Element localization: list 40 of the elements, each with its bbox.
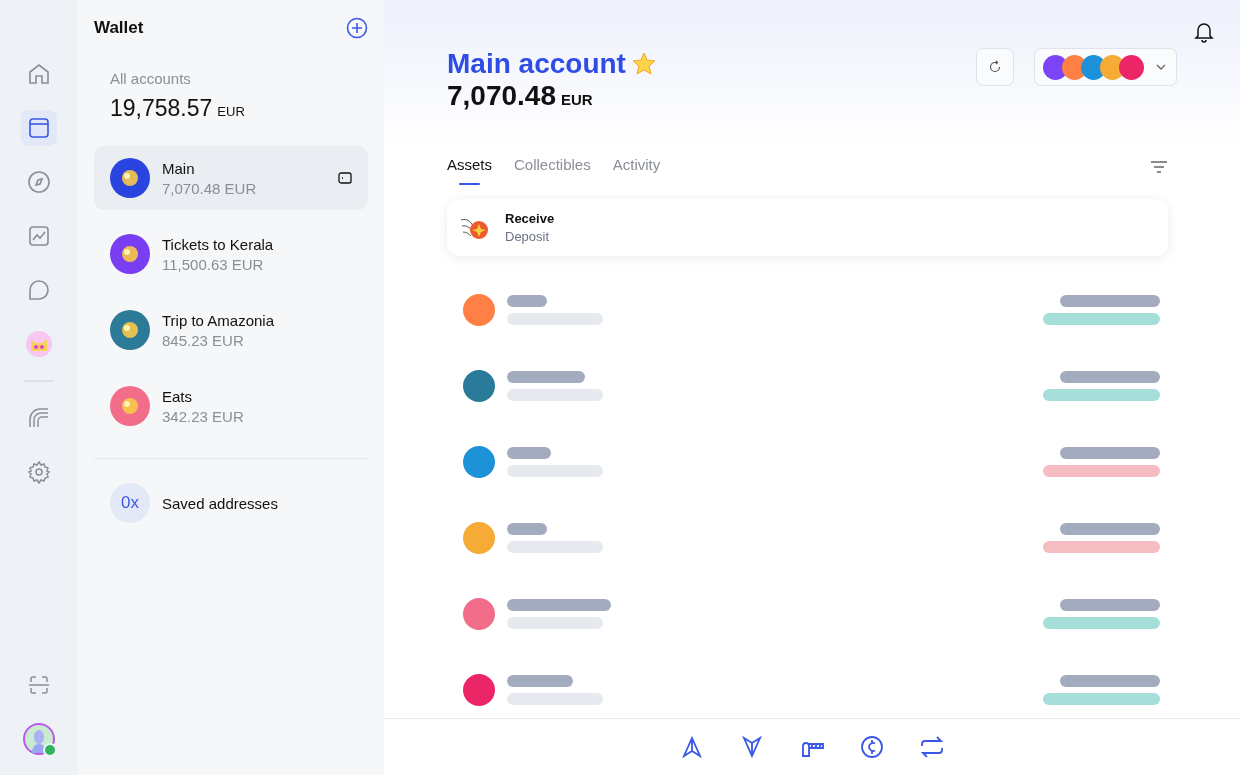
account-item[interactable]: Tickets to Kerala 11,500.63 EUR [94, 222, 368, 286]
account-name: Eats [162, 387, 193, 405]
account-balance: 7,070.48 EUR [162, 179, 257, 197]
total-balance: 19,758.57 [110, 95, 213, 122]
account-name: Trip to Amazonia [162, 311, 274, 329]
receive-card[interactable]: Receive Deposit [447, 199, 1168, 256]
account-item[interactable]: Eats 342.23 EUR [94, 374, 368, 438]
account-name: Tickets to Kerala [162, 235, 274, 253]
total-label: All accounts [110, 70, 192, 87]
notification-bell-icon[interactable] [1193, 21, 1215, 43]
account-name: Main [162, 159, 196, 177]
placeholder-bar [507, 523, 547, 535]
account-title: Main account [447, 48, 626, 80]
address-icon: 0x [110, 483, 150, 523]
wallet-icon[interactable] [21, 110, 57, 146]
receive-title: Receive [505, 211, 555, 226]
saved-addresses-label: Saved addresses [162, 494, 278, 512]
user-avatar[interactable] [21, 721, 57, 757]
chevron-down-icon [1156, 64, 1166, 70]
account-item[interactable]: Trip to Amazonia 845.23 EUR [94, 298, 368, 362]
network-selector[interactable] [1034, 48, 1177, 86]
placeholder-bar [507, 675, 573, 687]
currency-label: EUR [561, 91, 593, 108]
placeholder-bar [507, 447, 551, 459]
account-balance: 7,070.48 [447, 80, 556, 112]
add-icon[interactable] [346, 17, 368, 39]
refresh-button[interactable] [976, 48, 1014, 86]
account-balance: 11,500.63 EUR [162, 255, 265, 273]
currency-label: EUR [217, 104, 245, 119]
placeholder-bar [507, 295, 547, 307]
saved-addresses-item[interactable]: 0x Saved addresses [94, 471, 368, 535]
refresh-icon [988, 60, 1002, 74]
account-balance: 342.23 EUR [162, 407, 244, 425]
filter-icon[interactable] [1150, 160, 1168, 173]
account-item[interactable]: Main 7,070.48 EUR [94, 146, 368, 210]
card-icon [338, 172, 352, 184]
tab[interactable]: Assets [447, 148, 492, 185]
account-balance: 845.23 EUR [162, 331, 245, 349]
sidebar-title: Wallet [94, 18, 144, 38]
receive-subtitle: Deposit [505, 229, 551, 244]
